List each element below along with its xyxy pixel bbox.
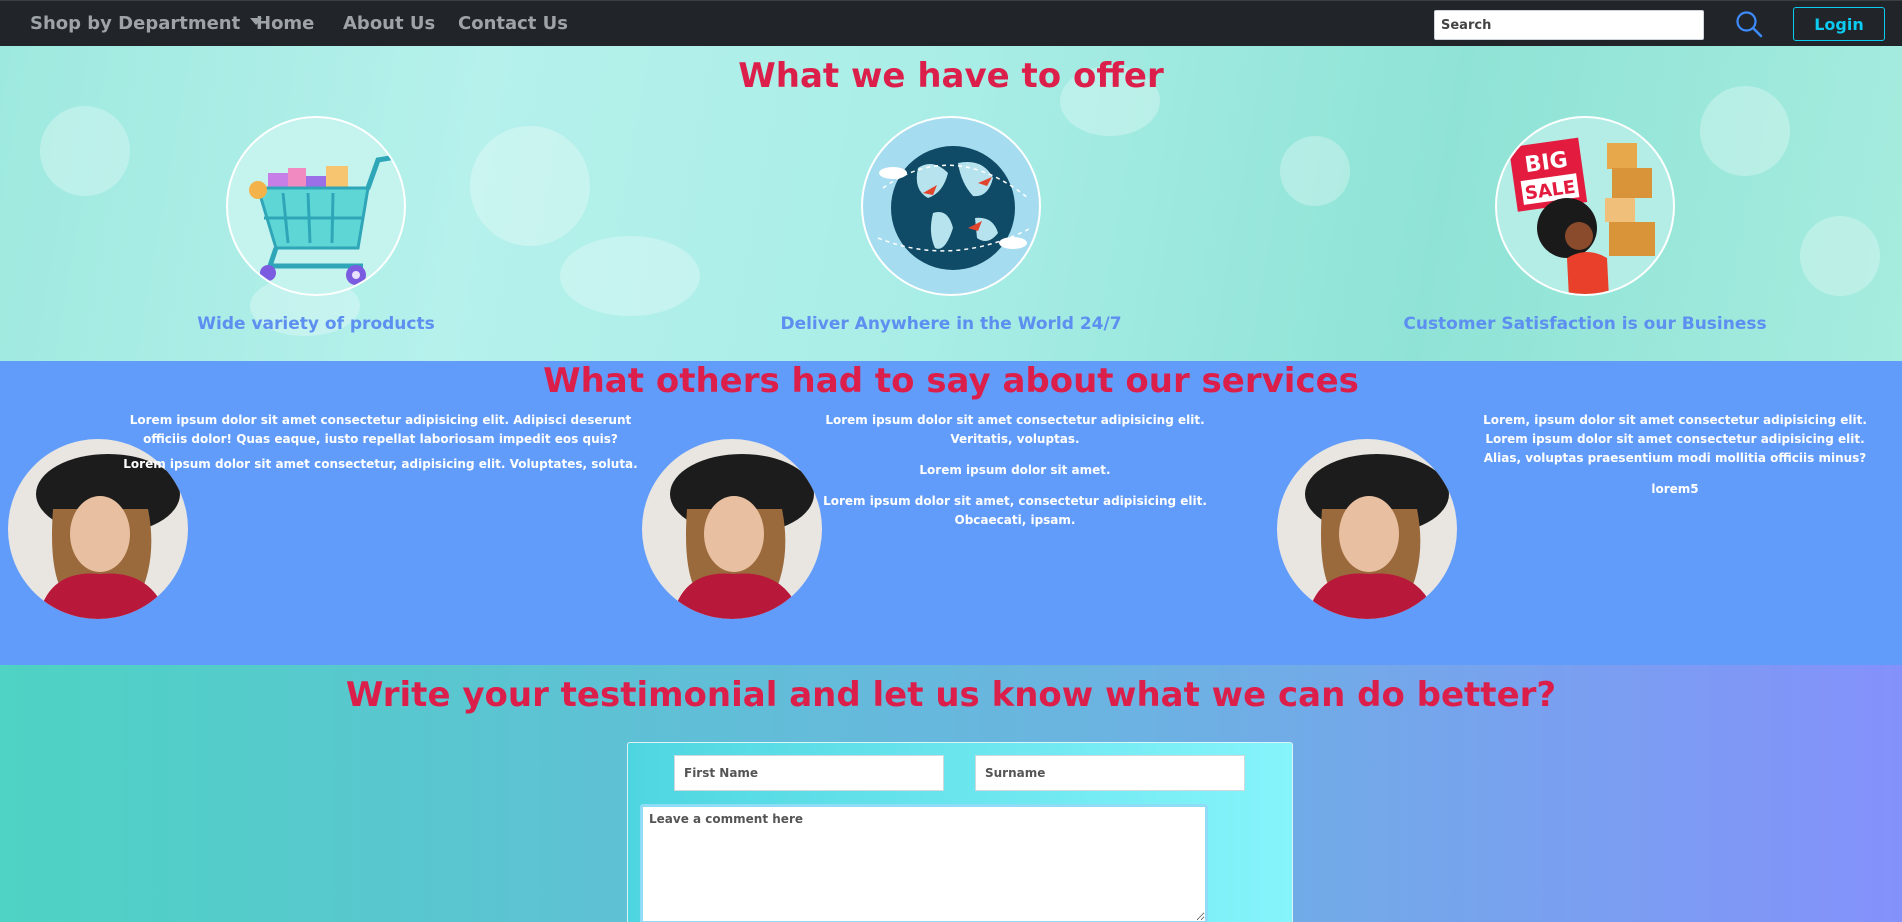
review-text: Lorem ipsum dolor sit amet consectetur a… xyxy=(118,411,643,480)
offer-label: Customer Satisfaction is our Business xyxy=(1403,314,1767,334)
write-testimonial-section: Write your testimonial and let us know w… xyxy=(0,665,1902,922)
review-paragraph: Lorem ipsum dolor sit amet consectetur a… xyxy=(825,413,1205,446)
bokeh-decoration xyxy=(1280,136,1350,206)
review-paragraph: Lorem ipsum dolor sit amet consectetur a… xyxy=(129,413,632,446)
avatar xyxy=(642,439,822,619)
avatar xyxy=(1277,439,1457,619)
offer-item-variety: Wide variety of products xyxy=(106,116,526,334)
offer-item-satisfaction: BIG SALE Customer Satisfaction is our Bu… xyxy=(1375,116,1795,334)
comment-textarea[interactable] xyxy=(640,804,1208,922)
dept-label: Shop by Department xyxy=(30,13,241,34)
offer-item-delivery: Deliver Anywhere in the World 24/7 xyxy=(741,116,1161,334)
review-paragraph: Lorem, ipsum dolor sit amet consectetur … xyxy=(1483,413,1867,427)
offer-label: Deliver Anywhere in the World 24/7 xyxy=(780,314,1122,334)
search-input[interactable] xyxy=(1434,10,1704,40)
shop-by-department-dropdown[interactable]: Shop by Department xyxy=(30,1,263,47)
offer-title: What we have to offer xyxy=(738,56,1164,96)
bokeh-decoration xyxy=(1800,216,1880,296)
surname-field[interactable] xyxy=(975,755,1245,791)
testimonials-title: What others had to say about our service… xyxy=(543,361,1359,401)
bokeh-decoration xyxy=(560,236,700,316)
review-text: Lorem ipsum dolor sit amet consectetur a… xyxy=(800,411,1230,536)
globe-planes-icon xyxy=(861,116,1041,296)
nav-link-home[interactable]: Home xyxy=(256,1,314,47)
nav-link-contact[interactable]: Contact Us xyxy=(458,1,568,47)
testimonials-section: What others had to say about our service… xyxy=(0,361,1902,665)
review-paragraph: lorem5 xyxy=(1651,482,1699,496)
big-sale-woman-icon: BIG SALE xyxy=(1495,116,1675,296)
testimonial-form xyxy=(627,742,1293,922)
shopping-cart-icon xyxy=(226,116,406,296)
login-button[interactable]: Login xyxy=(1793,7,1885,41)
search-icon[interactable] xyxy=(1734,9,1764,39)
review-text: Lorem, ipsum dolor sit amet consectetur … xyxy=(1470,411,1880,505)
review-paragraph: Lorem ipsum dolor sit amet consectetur a… xyxy=(1483,432,1867,465)
review-paragraph: Lorem ipsum dolor sit amet consectetur, … xyxy=(123,457,638,471)
offer-section: What we have to offer Wide variety of pr… xyxy=(0,46,1902,361)
nav-link-about[interactable]: About Us xyxy=(343,1,435,47)
write-testimonial-title: Write your testimonial and let us know w… xyxy=(345,675,1557,715)
review-paragraph: Lorem ipsum dolor sit amet, consectetur … xyxy=(823,494,1207,527)
navbar: Shop by Department Home About Us Contact… xyxy=(0,0,1902,46)
offer-label: Wide variety of products xyxy=(197,314,435,334)
first-name-field[interactable] xyxy=(674,755,944,791)
review-paragraph: Lorem ipsum dolor sit amet. xyxy=(919,463,1111,477)
